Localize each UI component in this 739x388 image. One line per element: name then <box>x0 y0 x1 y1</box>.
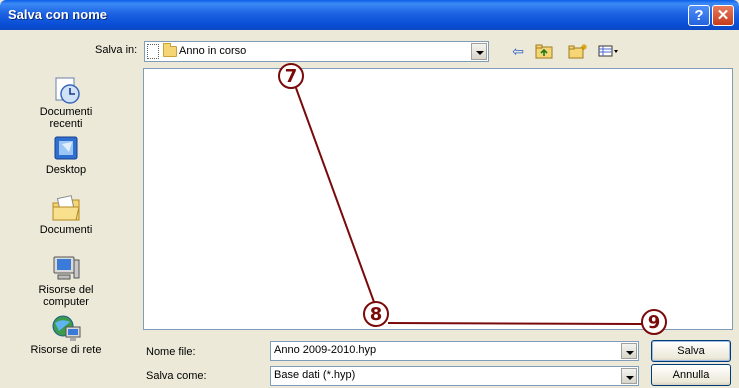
recent-documents-icon <box>50 76 82 106</box>
back-arrow-icon: ⇦ <box>512 44 524 60</box>
view-menu-icon <box>598 45 618 57</box>
filetype-label: Salva come: <box>146 370 207 382</box>
places-item-label: Risorse di rete <box>30 344 102 356</box>
close-icon: ✕ <box>716 7 730 24</box>
look-in-value: Anno in corso <box>179 45 247 57</box>
look-in-label: Salva in: <box>95 44 138 56</box>
places-item-label: Documenti <box>39 224 93 236</box>
filename-input[interactable]: Anno 2009-2010.hyp <box>270 341 639 361</box>
look-in-dropdown[interactable]: Anno in corso <box>144 41 489 62</box>
up-folder-button[interactable] <box>534 43 554 61</box>
back-button[interactable]: ⇦ <box>508 43 528 61</box>
chevron-down-icon[interactable] <box>621 343 637 359</box>
help-icon: ? <box>694 7 704 24</box>
view-menu-button[interactable] <box>598 43 618 61</box>
new-folder-icon <box>568 44 587 59</box>
chevron-down-icon[interactable] <box>621 368 637 384</box>
focus-indicator <box>147 44 159 59</box>
chevron-down-icon[interactable] <box>471 43 487 60</box>
places-item-label: Desktop <box>45 164 87 176</box>
places-item-documents[interactable]: Documenti <box>10 194 122 236</box>
places-item-label: Documenti recenti <box>39 106 93 130</box>
my-computer-icon <box>50 254 82 284</box>
network-icon <box>50 314 82 344</box>
filename-label: Nome file: <box>146 346 196 358</box>
my-documents-icon <box>50 194 82 224</box>
folder-icon <box>163 43 177 57</box>
places-item-network[interactable]: Risorse di rete <box>10 314 122 356</box>
save-button[interactable]: Salva <box>651 340 731 362</box>
filetype-dropdown[interactable]: Base dati (*.hyp) <box>270 366 639 386</box>
desktop-icon <box>50 134 82 164</box>
places-item-label: Risorse del computer <box>38 284 94 308</box>
up-folder-icon <box>535 44 553 59</box>
close-button[interactable]: ✕ <box>712 5 734 26</box>
new-folder-button[interactable] <box>568 43 588 61</box>
cancel-button[interactable]: Annulla <box>651 364 731 386</box>
title-bar: Salva con nome ? ✕ <box>0 0 739 30</box>
filetype-value: Base dati (*.hyp) <box>274 369 356 381</box>
file-list-view[interactable] <box>143 68 733 330</box>
places-item-computer[interactable]: Risorse del computer <box>10 254 122 308</box>
places-bar: Documenti recenti Desktop Documenti Riso… <box>10 68 122 368</box>
window-title: Salva con nome <box>8 7 107 22</box>
places-item-desktop[interactable]: Desktop <box>10 134 122 176</box>
places-item-recent[interactable]: Documenti recenti <box>10 76 122 130</box>
filename-value[interactable]: Anno 2009-2010.hyp <box>274 344 376 356</box>
help-button[interactable]: ? <box>688 5 710 26</box>
